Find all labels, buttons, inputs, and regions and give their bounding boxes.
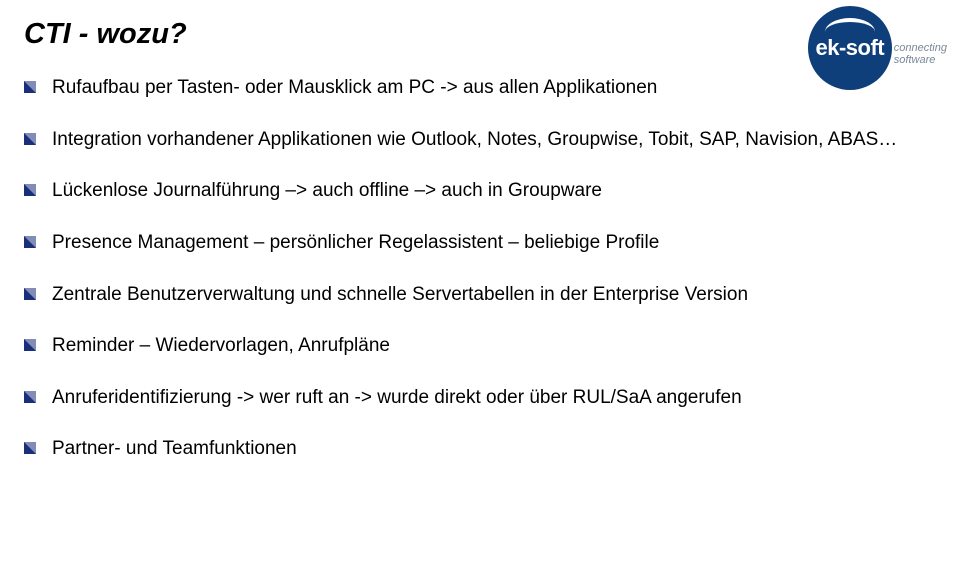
logo-tag-line2: software [894,54,947,66]
list-item-text: Integration vorhandener Applikationen wi… [52,127,935,153]
list-item-text: Lückenlose Journalführung –> auch offlin… [52,178,935,204]
list-item-text: Partner- und Teamfunktionen [52,436,935,462]
list-item-text: Reminder – Wiedervorlagen, Anrufpläne [52,333,935,359]
list-item: Rufaufbau per Tasten- oder Mausklick am … [24,75,935,101]
bullet-list: Rufaufbau per Tasten- oder Mausklick am … [24,75,935,462]
bullet-icon [24,184,36,196]
bullet-icon [24,133,36,145]
page-title: CTI - wozu? [24,18,935,51]
bullet-icon [24,442,36,454]
list-item: Partner- und Teamfunktionen [24,436,935,462]
slide: ek-soft connecting software CTI - wozu? … [0,0,959,585]
logo-brand-text: ek-soft [815,37,884,59]
logo: ek-soft connecting software [808,6,947,90]
logo-tag-line1: connecting [894,42,947,54]
list-item: Zentrale Benutzerverwaltung und schnelle… [24,282,935,308]
list-item-text: Zentrale Benutzerverwaltung und schnelle… [52,282,935,308]
list-item: Presence Management – persönlicher Regel… [24,230,935,256]
bullet-icon [24,391,36,403]
logo-arc-icon [825,18,875,32]
bullet-icon [24,81,36,93]
bullet-icon [24,236,36,248]
bullet-icon [24,339,36,351]
list-item: Lückenlose Journalführung –> auch offlin… [24,178,935,204]
list-item-text: Rufaufbau per Tasten- oder Mausklick am … [52,75,935,101]
list-item: Integration vorhandener Applikationen wi… [24,127,935,153]
list-item-text: Presence Management – persönlicher Regel… [52,230,935,256]
list-item: Reminder – Wiedervorlagen, Anrufpläne [24,333,935,359]
list-item: Anruferidentifizierung -> wer ruft an ->… [24,385,935,411]
logo-circle: ek-soft [808,6,892,90]
list-item-text: Anruferidentifizierung -> wer ruft an ->… [52,385,935,411]
logo-tagline: connecting software [894,42,947,66]
bullet-icon [24,288,36,300]
